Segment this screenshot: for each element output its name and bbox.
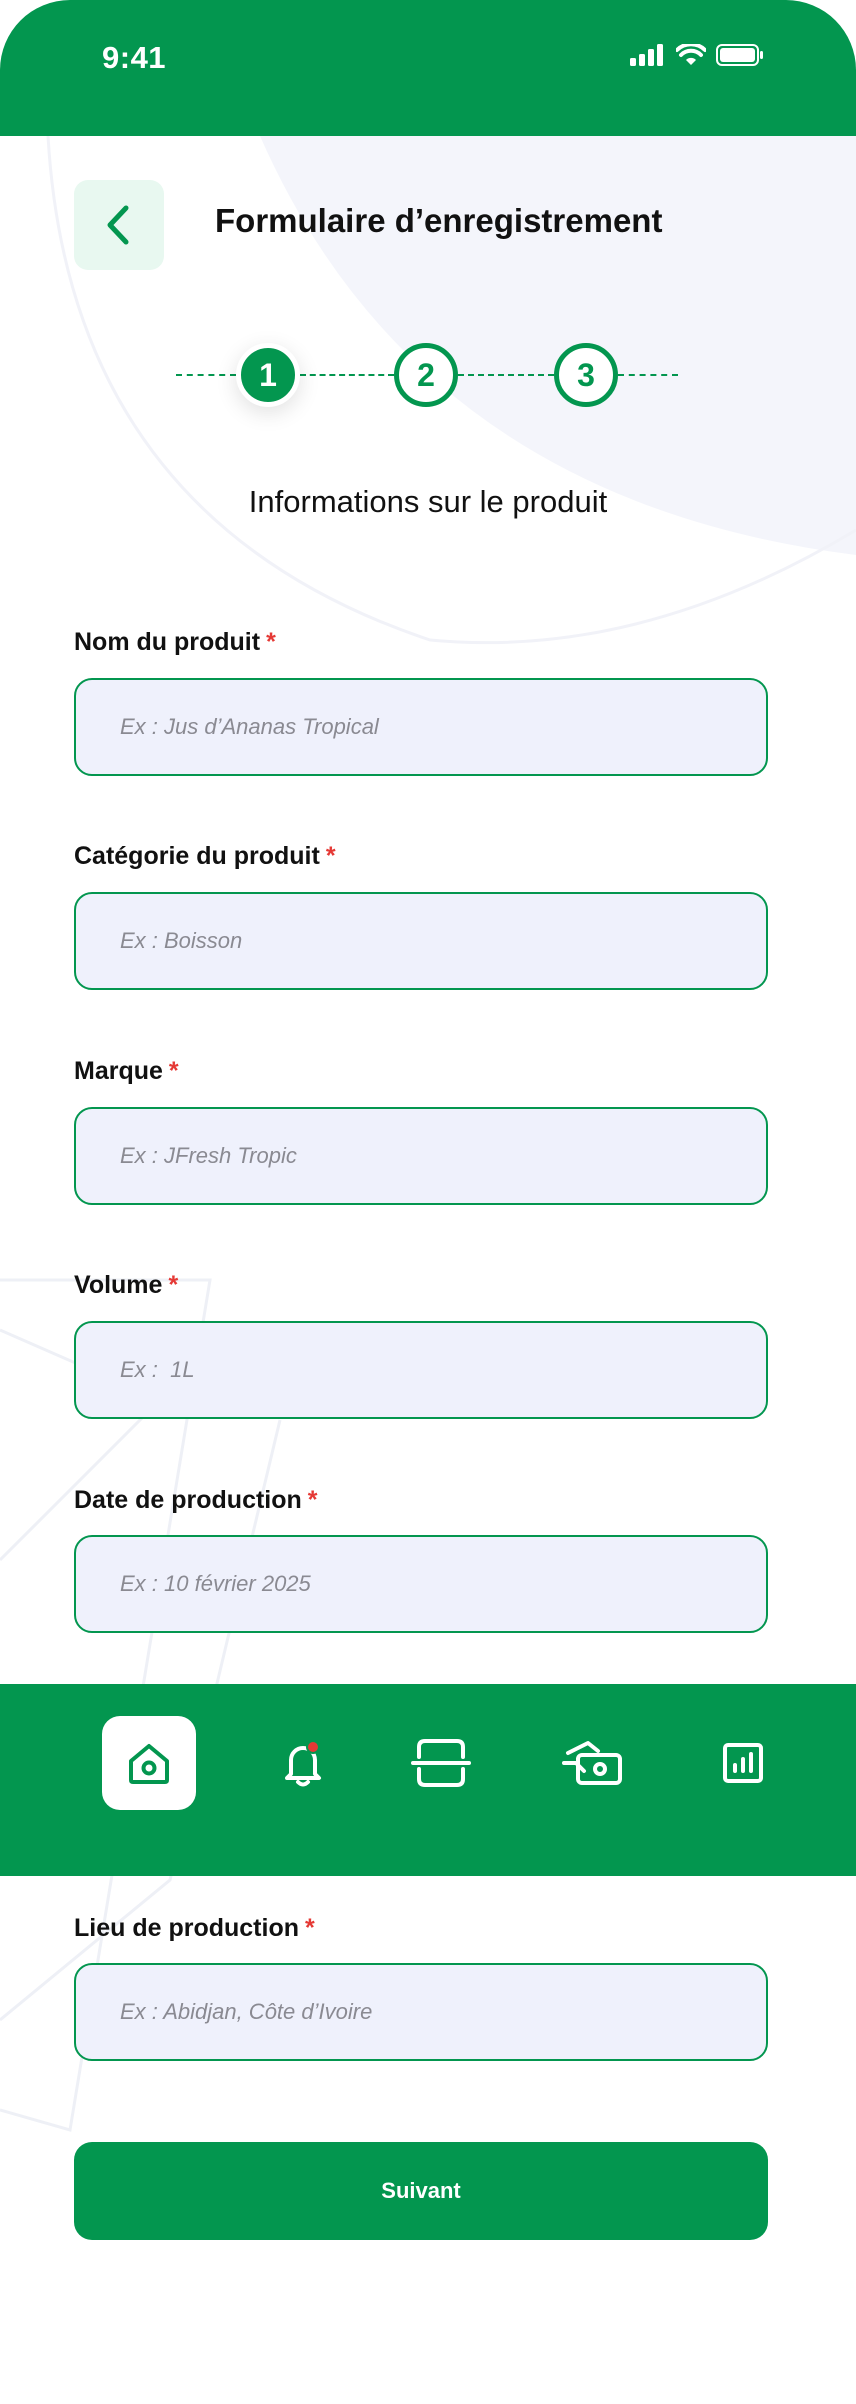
required-mark: * bbox=[168, 1271, 179, 1299]
label-text: Volume bbox=[74, 1271, 163, 1299]
volume-input[interactable] bbox=[74, 1321, 768, 1419]
nav-payments[interactable] bbox=[546, 1716, 640, 1810]
label-text: Nom du produit bbox=[74, 628, 261, 656]
chevron-left-icon bbox=[107, 205, 129, 245]
nav-statistics[interactable] bbox=[696, 1716, 790, 1810]
scan-icon bbox=[411, 1739, 471, 1787]
signal-icon bbox=[630, 44, 663, 66]
home-icon bbox=[129, 1744, 169, 1784]
wifi-icon bbox=[676, 44, 706, 65]
required-mark: * bbox=[305, 1914, 315, 1942]
section-title: Informations sur le produit bbox=[248, 484, 608, 519]
label-product-category: Catégorie du produit * bbox=[74, 842, 336, 871]
back-button[interactable] bbox=[74, 180, 164, 270]
product-name-input[interactable] bbox=[74, 678, 768, 776]
next-button[interactable]: Suivant bbox=[74, 2142, 768, 2240]
label-product-name: Nom du produit * bbox=[74, 628, 276, 657]
production-date-input[interactable] bbox=[74, 1535, 768, 1633]
stepper: 1 2 3 bbox=[0, 330, 856, 420]
status-time: 9:41 bbox=[102, 40, 167, 75]
nav-scan[interactable] bbox=[394, 1716, 488, 1810]
cash-icon bbox=[562, 1741, 622, 1785]
step-line-1-2 bbox=[300, 374, 394, 376]
required-mark: * bbox=[307, 1486, 318, 1514]
step-line-start bbox=[176, 374, 236, 376]
battery-icon bbox=[716, 44, 763, 66]
production-place-input[interactable] bbox=[74, 1963, 768, 2061]
step-line-2-3 bbox=[458, 374, 554, 376]
label-brand: Marque * bbox=[74, 1057, 179, 1086]
label-volume: Volume * bbox=[74, 1271, 178, 1300]
brand-input[interactable] bbox=[74, 1107, 768, 1205]
status-icons bbox=[630, 44, 764, 66]
label-production-date: Date de production * bbox=[74, 1486, 318, 1515]
status-bar: 9:41 bbox=[0, 0, 856, 136]
step-3: 3 bbox=[554, 343, 618, 407]
step-1: 1 bbox=[236, 343, 300, 407]
step-line-end bbox=[618, 374, 678, 376]
required-mark: * bbox=[168, 1057, 179, 1085]
label-text: Date de production bbox=[74, 1486, 302, 1514]
bottom-nav bbox=[0, 1684, 856, 1876]
product-category-input[interactable] bbox=[74, 892, 768, 990]
label-text: Catégorie du produit bbox=[74, 842, 320, 870]
label-text: Marque bbox=[74, 1057, 163, 1085]
bell-icon bbox=[285, 1740, 321, 1787]
nav-notifications[interactable] bbox=[256, 1716, 350, 1810]
page-title: Formulaire d’enregistrement bbox=[215, 202, 663, 239]
step-2: 2 bbox=[394, 343, 458, 407]
nav-home[interactable] bbox=[102, 1716, 196, 1810]
label-production-place: Lieu de production * bbox=[74, 1914, 315, 1943]
required-mark: * bbox=[325, 842, 336, 870]
label-text: Lieu de production bbox=[74, 1914, 299, 1942]
required-mark: * bbox=[266, 628, 276, 656]
stats-icon bbox=[723, 1743, 763, 1783]
background-decoration bbox=[0, 136, 856, 2132]
